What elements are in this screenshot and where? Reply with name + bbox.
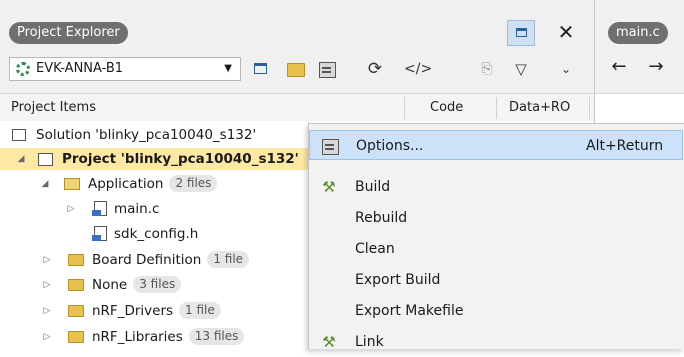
menu-options-label: Options...: [356, 138, 424, 154]
collapsed-arrow-icon[interactable]: ▷: [42, 249, 52, 271]
panel-title[interactable]: Project Explorer: [9, 22, 128, 44]
collapsed-arrow-icon[interactable]: ▷: [42, 326, 52, 348]
project-icon: [38, 153, 53, 166]
menu-item-link[interactable]: ⚒ Link: [309, 327, 684, 357]
menu-item-export-makefile[interactable]: Export Makefile: [309, 296, 684, 326]
close-icon[interactable]: ✕: [552, 19, 580, 45]
solution-icon: [12, 129, 26, 141]
expanded-arrow-icon[interactable]: ◢: [16, 148, 26, 170]
folder-open-icon: [64, 178, 80, 190]
collapsed-arrow-icon[interactable]: ▷: [66, 198, 76, 220]
sdk-config-label: sdk_config.h: [114, 226, 199, 242]
nrf-drivers-label: nRF_Drivers: [92, 303, 174, 319]
folder-icon: [68, 254, 84, 266]
solution-label: Solution 'blinky_pca10040_s132': [36, 127, 257, 143]
build-icon: ⚒: [322, 178, 336, 196]
h-file-icon: [92, 226, 107, 241]
folder-icon: [68, 331, 84, 343]
window-icon[interactable]: [250, 58, 272, 80]
file-count-badge: 1 file: [207, 251, 250, 268]
nrf-libraries-label: nRF_Libraries: [92, 329, 183, 345]
collapsed-arrow-icon[interactable]: ▷: [42, 300, 52, 322]
folder-icon: [68, 279, 84, 291]
menu-export-makefile-label: Export Makefile: [355, 303, 464, 319]
menu-build-label: Build: [355, 179, 391, 195]
tab-main-c[interactable]: main.c: [608, 22, 668, 44]
file-count-badge: 2 files: [169, 175, 218, 192]
filter-icon[interactable]: ▽: [510, 58, 532, 80]
column-header: Project Items Code Data+RO: [0, 93, 594, 122]
properties-icon[interactable]: [316, 58, 338, 80]
properties-icon: [322, 139, 339, 155]
menu-rebuild-label: Rebuild: [355, 210, 408, 226]
collapsed-arrow-icon[interactable]: ▷: [42, 274, 52, 296]
menu-item-options[interactable]: Options... Alt+Return: [309, 130, 683, 160]
menu-item-build[interactable]: ⚒ Build: [309, 172, 684, 202]
link-icon: ⚒: [322, 333, 336, 351]
file-count-badge: 1 file: [179, 302, 221, 319]
expanded-arrow-icon[interactable]: ◢: [40, 173, 50, 195]
menu-link-label: Link: [355, 334, 384, 350]
project-gear-icon: [16, 62, 30, 76]
project-label: Project 'blinky_pca10040_s132': [62, 151, 299, 167]
menu-item-clean[interactable]: Clean: [309, 234, 684, 264]
menu-options-shortcut: Alt+Return: [586, 138, 664, 154]
file-count-badge: 13 files: [188, 328, 245, 345]
none-label: None: [92, 277, 128, 293]
file-count-badge: 3 files: [133, 276, 182, 293]
board-definition-label: Board Definition: [92, 252, 202, 268]
main-c-label: main.c: [114, 201, 160, 217]
col-project-items[interactable]: Project Items: [11, 94, 96, 121]
arrow-right-icon[interactable]: →: [645, 56, 667, 78]
context-menu: Options... Alt+Return ⚒ Build Rebuild Cl…: [308, 123, 684, 350]
arrow-left-icon[interactable]: ←: [608, 56, 630, 78]
col-data-ro[interactable]: Data+RO: [509, 94, 570, 121]
menu-export-build-label: Export Build: [355, 272, 441, 288]
menu-item-rebuild[interactable]: Rebuild: [309, 203, 684, 233]
application-label: Application: [88, 176, 164, 192]
folder-icon[interactable]: [284, 58, 306, 80]
folder-icon: [68, 305, 84, 317]
refresh-icon[interactable]: ⟳: [364, 58, 386, 80]
more-chevron-icon[interactable]: ⌄: [555, 58, 577, 80]
project-dropdown-value: EVK-ANNA-B1: [36, 61, 124, 76]
menu-clean-label: Clean: [355, 241, 395, 257]
menu-item-export-build[interactable]: Export Build: [309, 265, 684, 295]
clipboard-icon[interactable]: ⎘: [476, 58, 498, 80]
code-icon[interactable]: </>: [404, 58, 432, 80]
c-file-icon: [92, 201, 107, 216]
project-dropdown[interactable]: EVK-ANNA-B1 ▼: [9, 57, 241, 81]
maximize-icon[interactable]: [507, 20, 535, 46]
col-code[interactable]: Code: [430, 94, 463, 121]
chevron-down-icon: ▼: [224, 63, 232, 74]
